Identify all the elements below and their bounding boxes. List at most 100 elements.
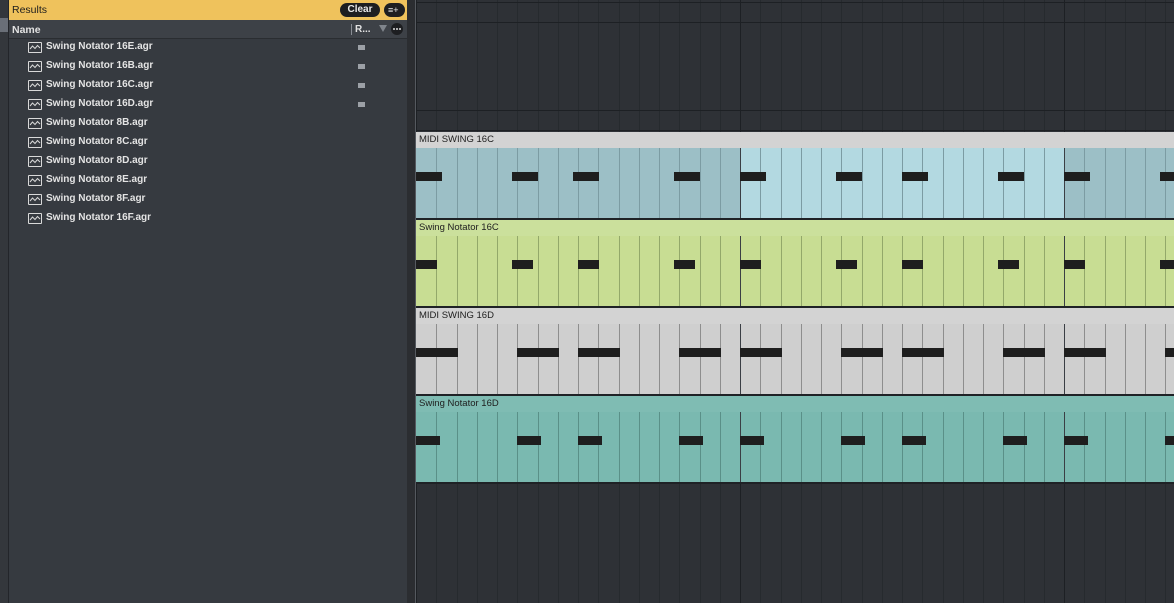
midi-note[interactable] bbox=[416, 260, 437, 269]
midi-note[interactable] bbox=[573, 172, 599, 181]
midi-note[interactable] bbox=[841, 348, 883, 357]
sidebar-selection-marker[interactable] bbox=[0, 18, 8, 32]
midi-note[interactable] bbox=[512, 172, 538, 181]
waveform-file-icon bbox=[28, 175, 42, 186]
midi-clip[interactable]: MIDI SWING 16C bbox=[416, 132, 1174, 220]
midi-note[interactable] bbox=[1160, 172, 1174, 181]
step-line bbox=[740, 236, 741, 306]
file-list-item[interactable]: Swing Notator 16C.agr bbox=[9, 76, 407, 95]
file-list-item[interactable]: Swing Notator 16D.agr bbox=[9, 95, 407, 114]
midi-note[interactable] bbox=[902, 348, 944, 357]
midi-note[interactable] bbox=[902, 436, 926, 445]
step-line bbox=[801, 148, 802, 218]
track-divider bbox=[416, 130, 1174, 131]
midi-note[interactable] bbox=[1064, 436, 1088, 445]
arrangement-view[interactable]: MIDI SWING 16C Swing Notator 16C MIDI SWIN… bbox=[416, 0, 1174, 603]
more-options-icon[interactable] bbox=[391, 23, 403, 35]
midi-note[interactable] bbox=[902, 172, 928, 181]
midi-note[interactable] bbox=[998, 172, 1024, 181]
file-list-item[interactable]: Swing Notator 8F.agr bbox=[9, 190, 407, 209]
column-header-row: Name R... bbox=[9, 20, 407, 39]
rating-marker[interactable] bbox=[358, 64, 365, 69]
step-line bbox=[943, 148, 944, 218]
clip-note-area[interactable] bbox=[416, 412, 1174, 482]
midi-note[interactable] bbox=[679, 436, 703, 445]
file-list-item[interactable]: Swing Notator 8C.agr bbox=[9, 133, 407, 152]
midi-note[interactable] bbox=[841, 436, 865, 445]
midi-note[interactable] bbox=[679, 348, 721, 357]
midi-note[interactable] bbox=[578, 260, 599, 269]
step-line bbox=[598, 236, 599, 306]
midi-note[interactable] bbox=[1003, 348, 1045, 357]
rating-marker[interactable] bbox=[358, 102, 365, 107]
file-list-item[interactable]: Swing Notator 8D.agr bbox=[9, 152, 407, 171]
clip-header[interactable]: Swing Notator 16C bbox=[416, 220, 1174, 236]
clear-button[interactable]: Clear bbox=[340, 3, 380, 17]
step-line bbox=[679, 324, 680, 394]
clip-header[interactable]: MIDI SWING 16C bbox=[416, 132, 1174, 148]
midi-note[interactable] bbox=[416, 348, 458, 357]
file-label: Swing Notator 8E.agr bbox=[46, 174, 148, 185]
step-line bbox=[538, 236, 539, 306]
midi-note[interactable] bbox=[740, 348, 782, 357]
file-label: Swing Notator 8C.agr bbox=[46, 136, 148, 147]
midi-note[interactable] bbox=[1003, 436, 1027, 445]
midi-note[interactable] bbox=[998, 260, 1019, 269]
file-list-item[interactable]: Swing Notator 16F.agr bbox=[9, 209, 407, 228]
midi-note[interactable] bbox=[902, 260, 923, 269]
clip-header[interactable]: Swing Notator 16D bbox=[416, 396, 1174, 412]
midi-clip[interactable]: MIDI SWING 16D bbox=[416, 308, 1174, 396]
panel-splitter[interactable] bbox=[407, 0, 416, 603]
clip-note-area[interactable] bbox=[416, 148, 1174, 218]
midi-note[interactable] bbox=[517, 436, 541, 445]
step-line bbox=[1105, 412, 1106, 482]
clip-header[interactable]: MIDI SWING 16D bbox=[416, 308, 1174, 324]
midi-clip[interactable]: Swing Notator 16C bbox=[416, 220, 1174, 308]
step-line bbox=[558, 324, 559, 394]
midi-note[interactable] bbox=[1064, 172, 1090, 181]
step-line bbox=[862, 236, 863, 306]
file-list-item[interactable]: Swing Notator 8B.agr bbox=[9, 114, 407, 133]
midi-note[interactable] bbox=[578, 348, 620, 357]
midi-note[interactable] bbox=[517, 348, 559, 357]
midi-note[interactable] bbox=[740, 260, 761, 269]
step-line bbox=[720, 412, 721, 482]
add-filter-button[interactable]: ≡+ bbox=[384, 3, 405, 17]
rating-marker[interactable] bbox=[358, 45, 365, 50]
file-list-item[interactable]: Swing Notator 16E.agr bbox=[9, 38, 407, 57]
column-header-name[interactable]: Name bbox=[12, 24, 41, 36]
file-list-item[interactable]: Swing Notator 16B.agr bbox=[9, 57, 407, 76]
step-line bbox=[821, 324, 822, 394]
midi-note[interactable] bbox=[674, 260, 695, 269]
column-divider[interactable] bbox=[351, 24, 352, 35]
midi-note[interactable] bbox=[1064, 260, 1085, 269]
step-line bbox=[862, 324, 863, 394]
midi-note[interactable] bbox=[1165, 436, 1174, 445]
step-line bbox=[821, 236, 822, 306]
midi-note[interactable] bbox=[1160, 260, 1174, 269]
step-line bbox=[1024, 412, 1025, 482]
rating-marker[interactable] bbox=[358, 83, 365, 88]
midi-clip[interactable]: Swing Notator 16D bbox=[416, 396, 1174, 484]
midi-note[interactable] bbox=[578, 436, 602, 445]
midi-note[interactable] bbox=[416, 172, 442, 181]
midi-note[interactable] bbox=[1064, 348, 1106, 357]
file-list-item[interactable]: Swing Notator 8E.agr bbox=[9, 171, 407, 190]
step-line bbox=[619, 148, 620, 218]
midi-note[interactable] bbox=[1165, 348, 1174, 357]
midi-note[interactable] bbox=[740, 436, 764, 445]
midi-note[interactable] bbox=[836, 260, 857, 269]
midi-note[interactable] bbox=[674, 172, 700, 181]
sort-descending-icon[interactable] bbox=[379, 25, 387, 32]
midi-note[interactable] bbox=[512, 260, 533, 269]
step-line bbox=[1024, 324, 1025, 394]
midi-note[interactable] bbox=[740, 172, 766, 181]
clip-note-area[interactable] bbox=[416, 236, 1174, 306]
clip-note-area[interactable] bbox=[416, 324, 1174, 394]
step-line bbox=[1064, 236, 1065, 306]
step-line bbox=[457, 324, 458, 394]
midi-note[interactable] bbox=[836, 172, 862, 181]
column-header-rating[interactable]: R... bbox=[355, 24, 371, 35]
step-line bbox=[558, 236, 559, 306]
midi-note[interactable] bbox=[416, 436, 440, 445]
